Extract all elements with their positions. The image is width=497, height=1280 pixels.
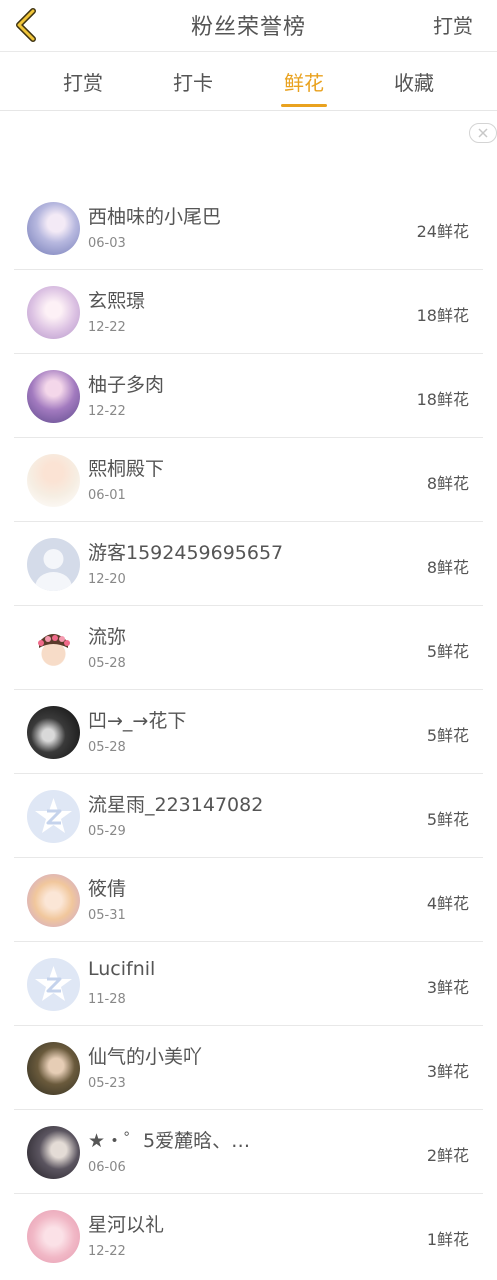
list-item[interactable]: 凹→_→花下 05-28 5鲜花 — [14, 690, 483, 774]
avatar — [27, 454, 80, 507]
page-title: 粉丝荣誉榜 — [190, 15, 306, 40]
flower-count: 5鲜花 — [426, 642, 469, 661]
fan-date: 06-03 — [88, 236, 126, 251]
avatar — [27, 790, 80, 843]
list-item[interactable]: 熙桐殿下 06-01 8鲜花 — [14, 438, 483, 522]
fan-date: 11-28 — [88, 992, 126, 1007]
fan-date: 05-28 — [88, 656, 126, 671]
back-button[interactable] — [8, 6, 44, 44]
default-logo-icon — [35, 798, 72, 833]
list-item[interactable]: 星河以礼 12-22 1鲜花 — [14, 1194, 483, 1278]
flower-count: 3鲜花 — [426, 1062, 469, 1081]
fan-name: 凹→_→花下 — [88, 710, 187, 732]
fan-name: 流弥 — [88, 626, 127, 648]
flower-count: 5鲜花 — [426, 810, 469, 829]
fan-name: 熙桐殿下 — [88, 458, 165, 480]
list-item[interactable]: 流弥 05-28 5鲜花 — [14, 606, 483, 690]
fan-name: 西柚味的小尾巴 — [88, 206, 222, 228]
fan-name: 仙气的小美吖 — [88, 1046, 203, 1068]
flower-count: 1鲜花 — [426, 1230, 469, 1249]
fan-name: ★・゜5爱麓晗、… — [88, 1130, 251, 1152]
list-item[interactable]: 玄熙璟 12-22 18鲜花 — [14, 270, 483, 354]
fan-date: 12-22 — [88, 1244, 126, 1259]
list-item[interactable]: 游客1592459695657 12-20 8鲜花 — [14, 522, 483, 606]
active-tab-indicator — [281, 104, 327, 107]
flower-count: 3鲜花 — [426, 978, 469, 997]
chevron-left-icon — [16, 8, 36, 42]
tab-bar: 打赏 打卡 鲜花 收藏 — [0, 52, 497, 111]
fan-date: 05-31 — [88, 908, 126, 923]
fan-name: 柚子多肉 — [88, 374, 165, 396]
default-user-icon — [35, 549, 72, 591]
flower-count: 4鲜花 — [426, 894, 469, 913]
flower-count: 24鲜花 — [416, 222, 469, 241]
fan-name: 星河以礼 — [88, 1214, 165, 1236]
fan-date: 06-01 — [88, 488, 126, 503]
list-item[interactable]: 柚子多肉 12-22 18鲜花 — [14, 354, 483, 438]
list-item[interactable]: 筱倩 05-31 4鲜花 — [14, 858, 483, 942]
flower-count: 18鲜花 — [416, 390, 469, 409]
fan-name: 游客1592459695657 — [88, 542, 284, 564]
tab-checkin[interactable]: 打卡 — [153, 67, 233, 96]
tab-flowers-label: 鲜花 — [284, 71, 324, 95]
avatar — [27, 622, 80, 675]
fan-name: 玄熙璟 — [88, 290, 146, 312]
fan-date: 12-22 — [88, 320, 126, 335]
tab-flowers[interactable]: 鲜花 — [264, 67, 344, 107]
fan-name: Lucifnil — [88, 958, 156, 980]
avatar — [27, 958, 80, 1011]
close-ad-button[interactable] — [469, 123, 497, 143]
avatar — [27, 874, 80, 927]
flower-count: 18鲜花 — [416, 306, 469, 325]
avatar — [27, 286, 80, 339]
top-bar: 粉丝荣誉榜 打赏 — [0, 0, 497, 52]
fan-name: 流星雨_223147082 — [88, 794, 264, 816]
list-item[interactable]: 流星雨_223147082 05-29 5鲜花 — [14, 774, 483, 858]
reward-button[interactable]: 打赏 — [433, 10, 473, 39]
close-icon — [478, 128, 488, 138]
avatar — [27, 1042, 80, 1095]
tab-favorites[interactable]: 收藏 — [374, 67, 454, 96]
flower-count: 8鲜花 — [426, 474, 469, 493]
fan-ranking-list: 西柚味的小尾巴 06-03 24鲜花 玄熙璟 12-22 18鲜花 柚子多肉 1… — [14, 186, 483, 1278]
flower-count: 5鲜花 — [426, 726, 469, 745]
fan-date: 05-28 — [88, 740, 126, 755]
fan-date: 06-06 — [88, 1160, 126, 1175]
list-item[interactable]: Lucifnil 11-28 3鲜花 — [14, 942, 483, 1026]
fan-date: 05-23 — [88, 1076, 126, 1091]
flower-count: 2鲜花 — [426, 1146, 469, 1165]
avatar — [27, 706, 80, 759]
flower-crown-icon — [38, 634, 70, 648]
flower-count: 8鲜花 — [426, 558, 469, 577]
fan-date: 12-22 — [88, 404, 126, 419]
fan-name: 筱倩 — [88, 878, 127, 900]
avatar — [27, 1210, 80, 1263]
tab-reward[interactable]: 打赏 — [43, 67, 123, 96]
list-item[interactable]: 仙气的小美吖 05-23 3鲜花 — [14, 1026, 483, 1110]
fan-date: 12-20 — [88, 572, 126, 587]
avatar — [27, 538, 80, 591]
list-item[interactable]: ★・゜5爱麓晗、… 06-06 2鲜花 — [14, 1110, 483, 1194]
fan-date: 05-29 — [88, 824, 126, 839]
list-item[interactable]: 西柚味的小尾巴 06-03 24鲜花 — [14, 186, 483, 270]
avatar — [27, 1126, 80, 1179]
default-logo-icon — [35, 966, 72, 1001]
avatar — [27, 370, 80, 423]
avatar — [27, 202, 80, 255]
